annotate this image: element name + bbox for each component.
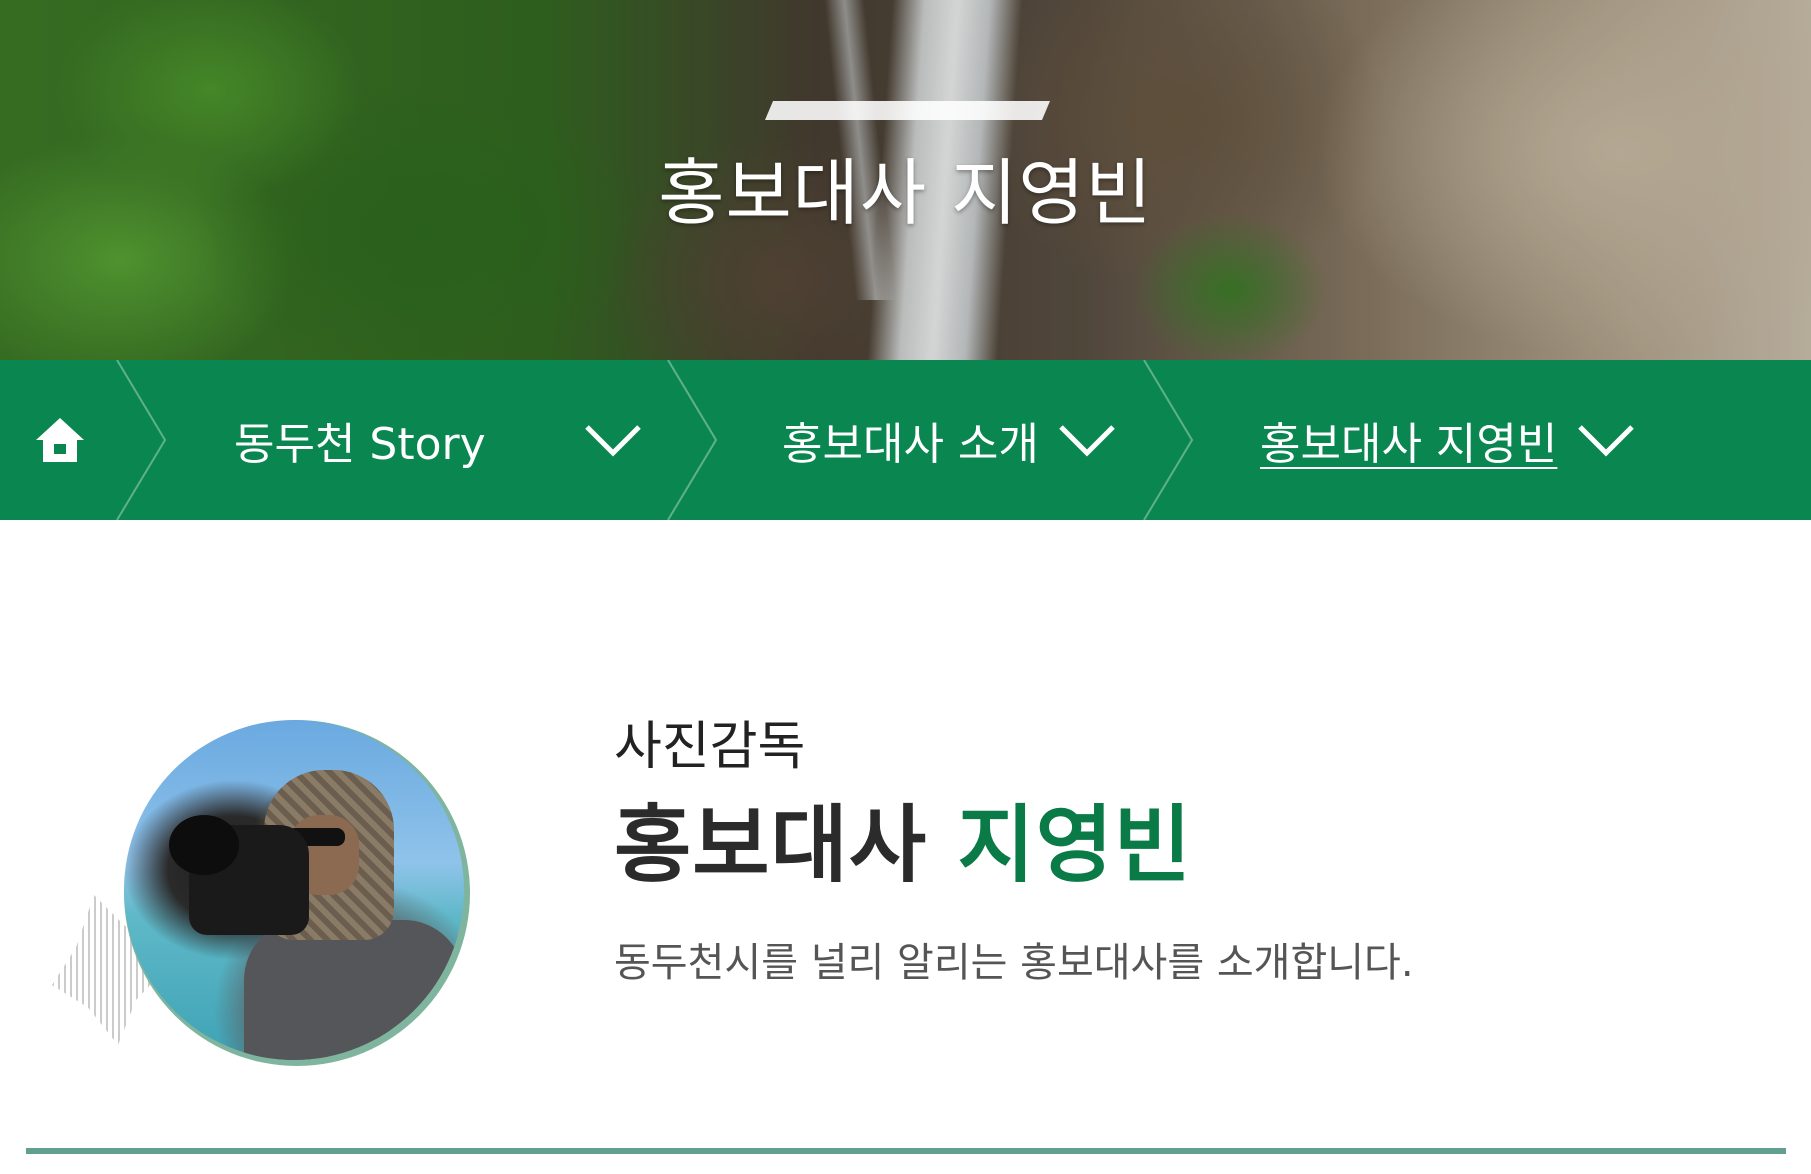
breadcrumb-item-label: 홍보대사 지영빈 (1260, 419, 1558, 470)
avatar (124, 720, 464, 1060)
profile-description: 동두천시를 널리 알리는 홍보대사를 소개합니다. (614, 940, 1414, 986)
breadcrumb-item-label: 동두천 Story (234, 419, 486, 470)
chevron-down-icon (585, 425, 641, 457)
section-divider (26, 1148, 1786, 1154)
breadcrumb-item-current[interactable]: 홍보대사 지영빈 (1260, 360, 1680, 520)
page-title: 홍보대사 지영빈 (658, 151, 1153, 235)
breadcrumb-item-ambassador-intro[interactable]: 홍보대사 소개 (782, 360, 1122, 520)
home-button[interactable] (0, 360, 120, 520)
profile-title-prefix: 홍보대사 (614, 796, 928, 894)
home-icon (36, 418, 84, 462)
profile-role: 사진감독 (614, 717, 806, 777)
profile-name: 지영빈 (957, 796, 1193, 894)
hero-banner: 홍보대사 지영빈 (0, 0, 1811, 360)
profile-photo-area (52, 715, 482, 1075)
chevron-down-icon (1578, 425, 1634, 457)
hero-title-decoration (765, 101, 1050, 120)
breadcrumb-separator (116, 360, 167, 520)
breadcrumb-item-story[interactable]: 동두천 Story (234, 360, 654, 520)
breadcrumb-separator (667, 360, 718, 520)
breadcrumb: 동두천 Story 홍보대사 소개 홍보대사 지영빈 (0, 360, 1811, 520)
breadcrumb-separator (1143, 360, 1194, 520)
profile-title: 홍보대사 지영빈 (614, 795, 1192, 895)
breadcrumb-item-label: 홍보대사 소개 (782, 419, 1039, 470)
chevron-down-icon (1059, 425, 1115, 457)
